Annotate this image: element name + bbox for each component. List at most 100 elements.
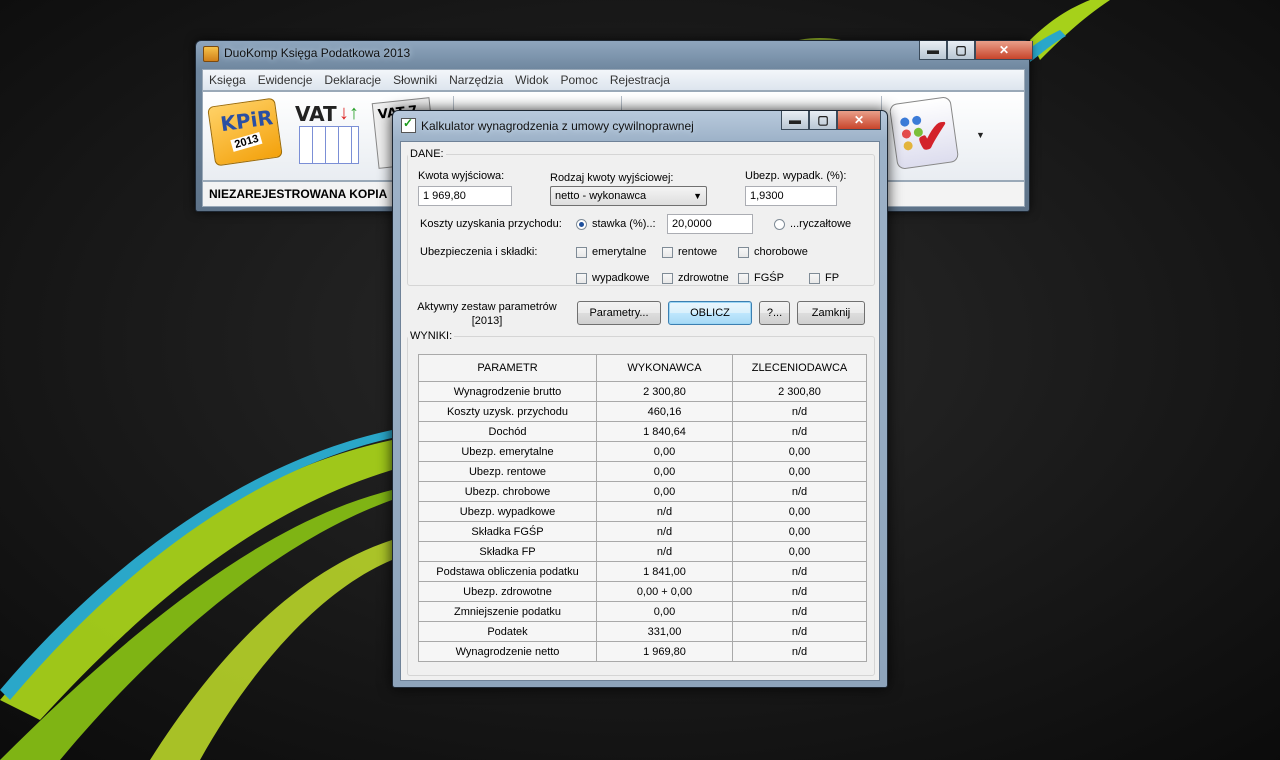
kwota-input[interactable]: 1 969,80: [418, 186, 512, 206]
menu-bar: Księga Ewidencje Deklaracje Słowniki Nar…: [202, 69, 1025, 91]
minimize-button[interactable]: ▬: [919, 41, 947, 60]
zleceniodawca-cell: 0,00: [732, 441, 867, 462]
zamknij-button[interactable]: Zamknij: [797, 301, 865, 325]
chorobowe-checkbox[interactable]: [738, 247, 749, 258]
unregistered-notice: NIEZAREJESTROWANA KOPIA W TRYBIE: [209, 187, 389, 201]
help-button[interactable]: ?...: [759, 301, 790, 325]
wykonawca-cell: 1 840,64: [596, 421, 733, 442]
table-row: Wynagrodzenie netto 1 969,80 n/d: [418, 641, 867, 662]
parameter-cell: Zmniejszenie podatku: [418, 601, 597, 622]
table-row: Zmniejszenie podatku 0,00 n/d: [418, 601, 867, 622]
menu-ksiega[interactable]: Księga: [203, 73, 252, 87]
fp-label: FP: [825, 272, 840, 284]
column-header-zleceniodawca[interactable]: ZLECENIODAWCA: [732, 354, 867, 382]
dialog-maximize-button[interactable]: ▢: [809, 111, 837, 130]
dialog-body: DANE: Kwota wyjściowa: 1 969,80 Rodzaj k…: [400, 141, 880, 681]
menu-narzedzia[interactable]: Narzędzia: [443, 73, 509, 87]
parametry-button[interactable]: Parametry...: [577, 301, 661, 325]
calculator-button[interactable]: ✔: [888, 96, 961, 170]
wykonawca-cell: 0,00: [596, 601, 733, 622]
rentowe-checkbox[interactable]: [662, 247, 673, 258]
parameter-cell: Podatek: [418, 621, 597, 642]
kpir-book-icon: KPiR 2013: [207, 97, 283, 167]
vat-register-button[interactable]: VAT ↓↑: [289, 98, 361, 168]
calculator-dialog-icon: [401, 116, 416, 133]
zleceniodawca-cell: n/d: [732, 601, 867, 622]
dialog-titlebar[interactable]: Kalkulator wynagrodzenia z umowy cywilno…: [393, 111, 887, 139]
rodzaj-label: Rodzaj kwoty wyjściowej:: [550, 172, 674, 184]
parameter-cell: Ubezp. rentowe: [418, 461, 597, 482]
wykonawca-cell: n/d: [596, 501, 733, 522]
wykonawca-cell: 0,00: [596, 441, 733, 462]
fp-checkbox[interactable]: [809, 273, 820, 284]
main-window-title: DuoKomp Księga Podatkowa 2013: [224, 46, 411, 60]
zleceniodawca-cell: n/d: [732, 621, 867, 642]
wykonawca-cell: 2 300,80: [596, 381, 733, 402]
zleceniodawca-cell: 0,00: [732, 461, 867, 482]
results-table: PARAMETR WYKONAWCA ZLECENIODAWCA Wynagro…: [418, 354, 867, 662]
menu-deklaracje[interactable]: Deklaracje: [318, 73, 387, 87]
menu-slowniki[interactable]: Słowniki: [387, 73, 443, 87]
active-parameter-set-year: [2013]: [471, 315, 503, 327]
close-button[interactable]: ✕: [975, 41, 1033, 60]
dialog-minimize-button[interactable]: ▬: [781, 111, 809, 130]
table-row: Ubezp. wypadkowe n/d 0,00: [418, 501, 867, 522]
wypadkowe-checkbox[interactable]: [576, 273, 587, 284]
vat-table-icon: [299, 126, 359, 164]
fgsp-checkbox[interactable]: [738, 273, 749, 284]
results-group: WYNIKI: PARAMETR WYKONAWCA ZLECENIODAWCA…: [407, 330, 875, 676]
parameter-cell: Koszty uzysk. przychodu: [418, 401, 597, 422]
zleceniodawca-cell: n/d: [732, 561, 867, 582]
ryczaltowe-radio[interactable]: [774, 219, 785, 230]
column-header-parametr[interactable]: PARAMETR: [418, 354, 597, 382]
dialog-close-button[interactable]: ✕: [837, 111, 881, 130]
results-header-row: PARAMETR WYKONAWCA ZLECENIODAWCA: [418, 354, 867, 382]
wykonawca-cell: 0,00 + 0,00: [596, 581, 733, 602]
stawka-radio[interactable]: [576, 219, 587, 230]
table-row: Podstawa obliczenia podatku 1 841,00 n/d: [418, 561, 867, 582]
vat-icon-label: VAT: [295, 102, 337, 126]
table-row: Ubezp. zdrowotne 0,00 + 0,00 n/d: [418, 581, 867, 602]
zdrowotne-label: zdrowotne: [678, 272, 729, 284]
table-row: Podatek 331,00 n/d: [418, 621, 867, 642]
parameter-cell: Ubezp. wypadkowe: [418, 501, 597, 522]
menu-ewidencje[interactable]: Ewidencje: [252, 73, 319, 87]
wykonawca-cell: 0,00: [596, 461, 733, 482]
calculator-check-icon: ✔: [888, 96, 960, 170]
maximize-button[interactable]: ▢: [947, 41, 975, 60]
wykonawca-cell: 1 841,00: [596, 561, 733, 582]
zleceniodawca-cell: n/d: [732, 481, 867, 502]
ubezpieczenia-label: Ubezpieczenia i składki:: [420, 246, 538, 258]
rodzaj-select[interactable]: netto - wykonawca ▼: [550, 186, 707, 206]
menu-pomoc[interactable]: Pomoc: [555, 73, 604, 87]
menu-rejestracja[interactable]: Rejestracja: [604, 73, 676, 87]
dialog-title: Kalkulator wynagrodzenia z umowy cywilno…: [421, 119, 694, 133]
wykonawca-cell: n/d: [596, 541, 733, 562]
zleceniodawca-cell: 0,00: [732, 541, 867, 562]
emerytalne-checkbox[interactable]: [576, 247, 587, 258]
parameter-cell: Dochód: [418, 421, 597, 442]
menu-widok[interactable]: Widok: [509, 73, 554, 87]
zleceniodawca-cell: n/d: [732, 401, 867, 422]
parameter-cell: Wynagrodzenie brutto: [418, 381, 597, 402]
calculator-dialog: Kalkulator wynagrodzenia z umowy cywilno…: [392, 110, 888, 688]
wykonawca-cell: 1 969,80: [596, 641, 733, 662]
wykonawca-cell: 0,00: [596, 481, 733, 502]
parameter-cell: Składka FP: [418, 541, 597, 562]
table-row: Wynagrodzenie brutto 2 300,80 2 300,80: [418, 381, 867, 402]
stawka-input[interactable]: 20,0000: [667, 214, 753, 234]
kpir-icon-year: 2013: [230, 131, 263, 152]
oblicz-button[interactable]: OBLICZ: [668, 301, 752, 325]
wykonawca-cell: 331,00: [596, 621, 733, 642]
column-header-wykonawca[interactable]: WYKONAWCA: [596, 354, 733, 382]
app-icon: [203, 46, 219, 62]
ryczaltowe-label: ...ryczałtowe: [790, 218, 852, 230]
ubezp-wypadk-input[interactable]: 1,9300: [745, 186, 837, 206]
zleceniodawca-cell: 2 300,80: [732, 381, 867, 402]
kpir-icon-label: KPiR: [219, 105, 275, 137]
table-row: Składka FGŚP n/d 0,00: [418, 521, 867, 542]
kpir-button[interactable]: KPiR 2013: [207, 97, 283, 168]
toolbar-more-arrow-icon[interactable]: ▼: [976, 130, 985, 140]
main-titlebar[interactable]: DuoKomp Księga Podatkowa 2013 ▬ ▢ ✕: [196, 41, 1033, 67]
zdrowotne-checkbox[interactable]: [662, 273, 673, 284]
